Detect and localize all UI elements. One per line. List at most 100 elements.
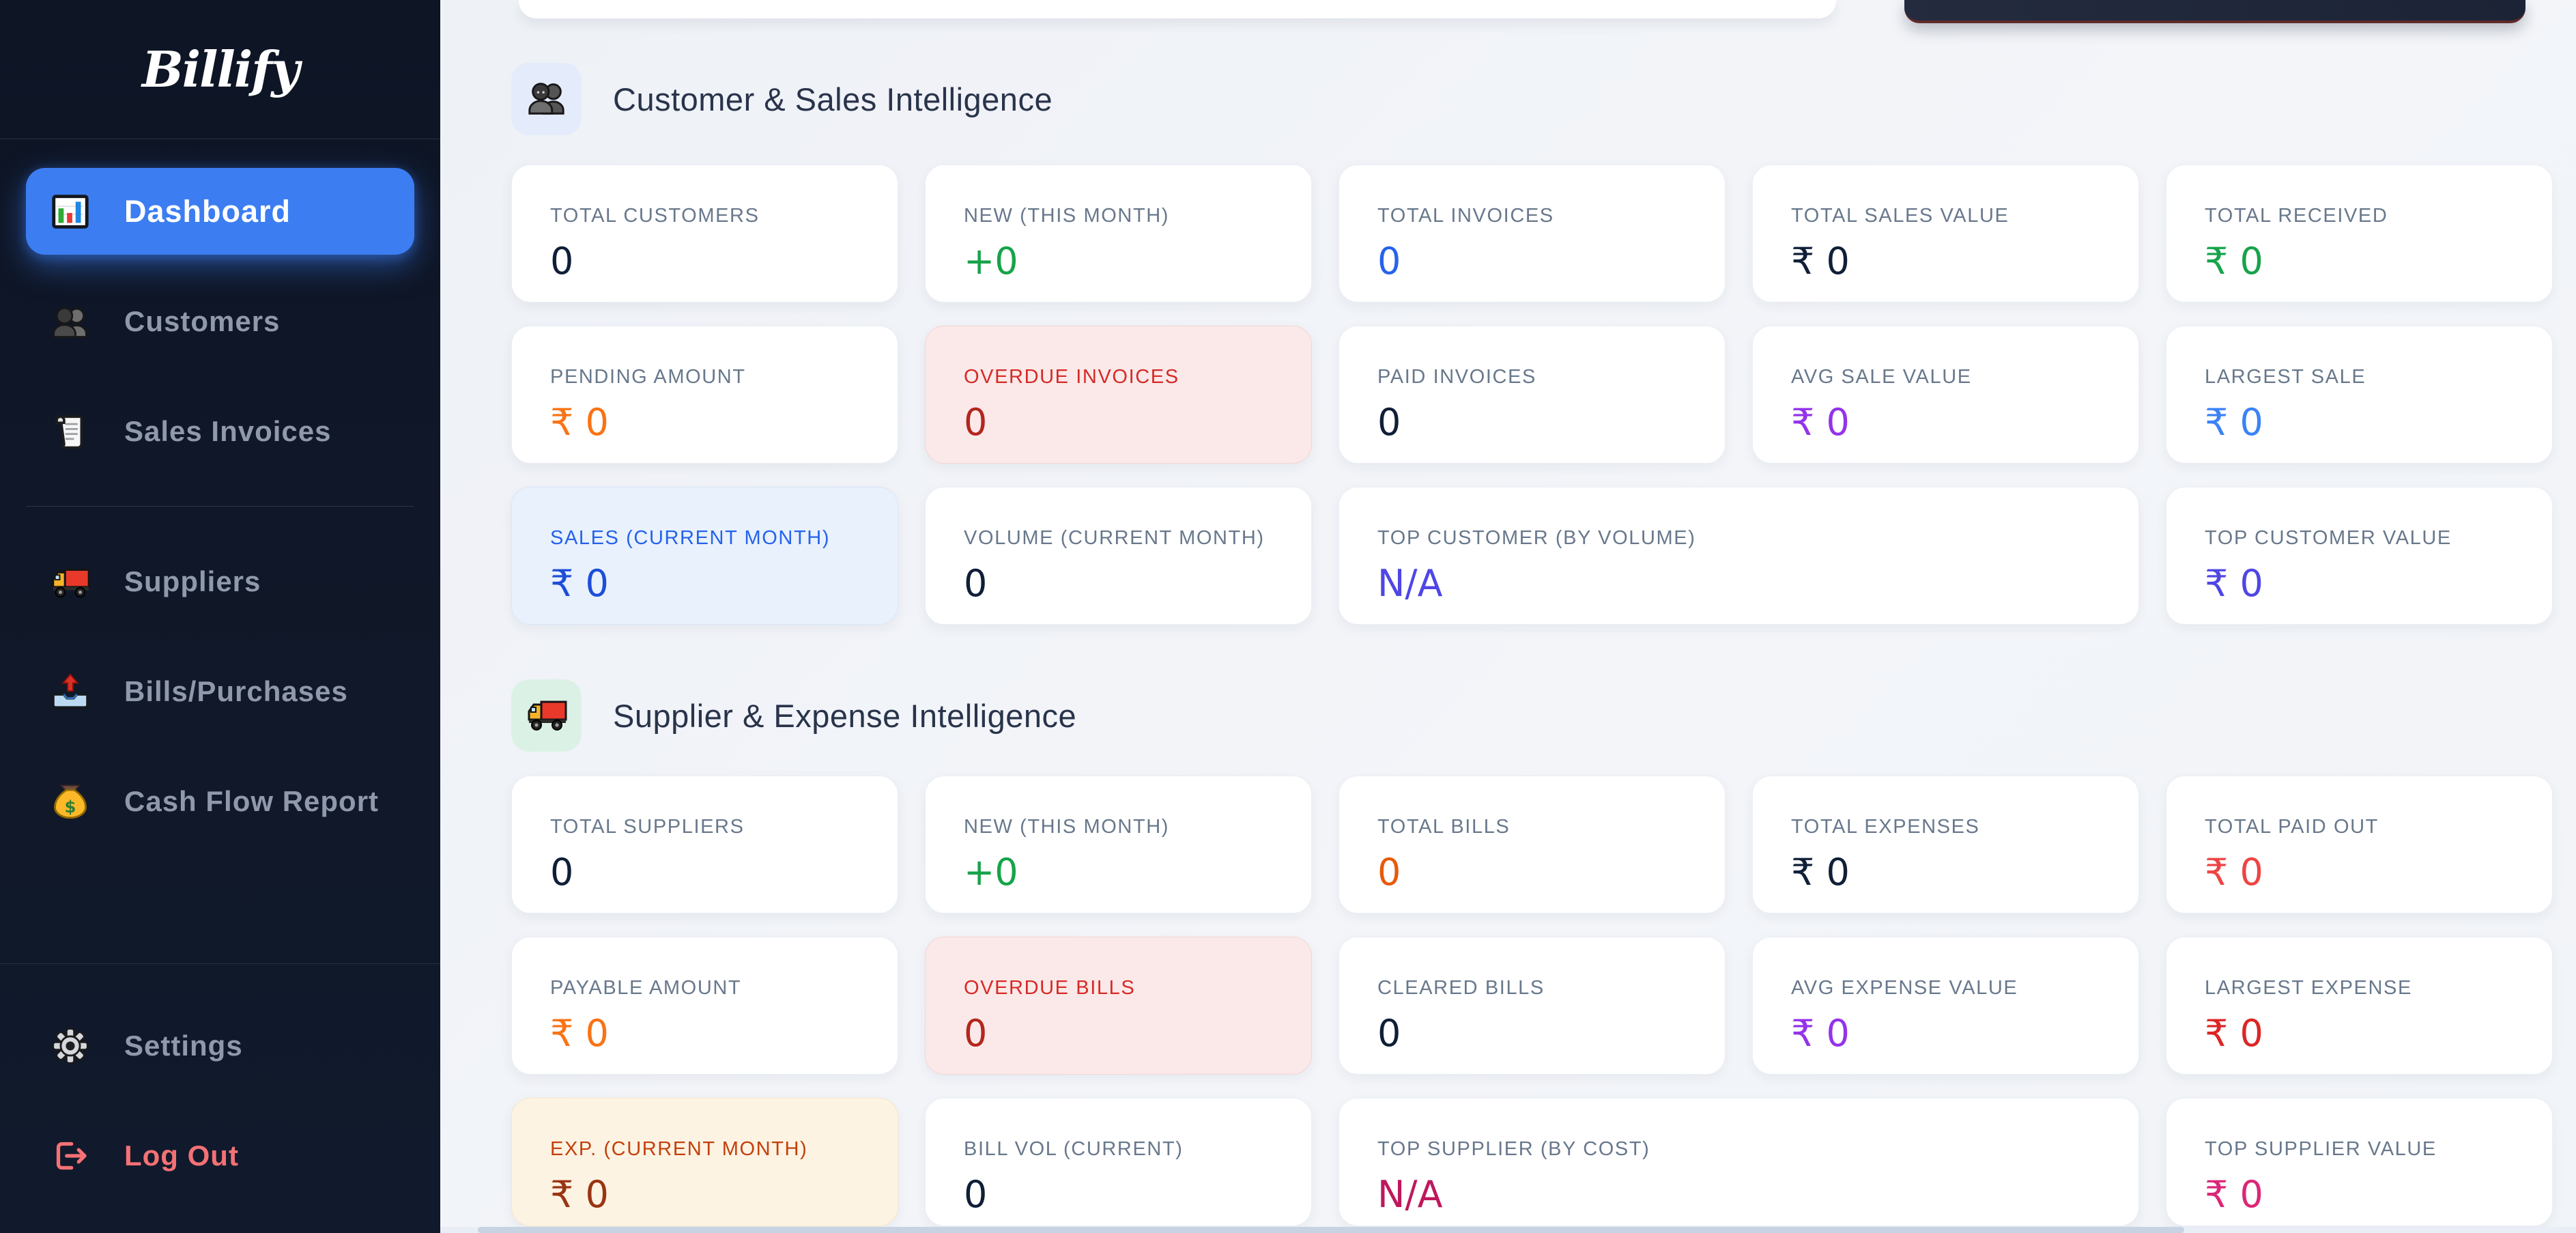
sidebar-item-label: Settings [124,1030,243,1062]
stat-card-total-received: TOTAL RECEIVED ₹ 0 [2166,165,2553,302]
stat-card-largest-expense: LARGEST EXPENSE ₹ 0 [2166,937,2553,1075]
stat-label: TOP SUPPLIER VALUE [2205,1138,2525,1161]
stat-value: ₹ 0 [550,1012,870,1055]
stat-value: +0 [964,240,1284,283]
stat-label: AVG EXPENSE VALUE [1791,977,2111,1000]
stat-label: VOLUME (CURRENT MONTH) [964,527,1284,550]
customers-icon [526,76,568,122]
stat-card-new-this-month: NEW (THIS MONTH) +0 [925,165,1312,302]
sidebar-nav: Dashboard Customers [0,139,440,868]
section-header-customer-sales: Customer & Sales Intelligence [511,63,2553,135]
stat-label: TOTAL RECEIVED [2205,205,2525,227]
stat-label: PAYABLE AMOUNT [550,977,870,1000]
stat-value: 0 [550,851,870,894]
stat-card-payable-amount: PAYABLE AMOUNT ₹ 0 [511,937,898,1075]
main-content: Customer & Sales Intelligence TOTAL CUST… [440,0,2576,1233]
stat-card-cleared-bills: CLEARED BILLS 0 [1339,937,1726,1075]
stat-label: TOTAL INVOICES [1377,205,1698,227]
section-title: Customer & Sales Intelligence [613,81,1053,118]
sidebar-footer: Settings Log Out [0,963,440,1233]
stat-label: OVERDUE BILLS [964,977,1284,1000]
stat-value: ₹ 0 [550,562,870,605]
stat-label: EXP. (CURRENT MONTH) [550,1138,870,1161]
customers-section-icon-box [511,63,582,135]
dashboard-icon [49,190,91,233]
sidebar-item-settings[interactable]: Settings [26,1002,414,1089]
stat-label: BILL VOL (CURRENT) [964,1138,1284,1161]
stat-value: ₹ 0 [2205,1012,2525,1055]
sidebar-item-suppliers[interactable]: Suppliers [26,538,414,625]
stat-value: 0 [1377,851,1698,894]
stat-value: N/A [1377,562,2111,605]
stat-label: TOTAL BILLS [1377,816,1698,838]
stat-label: TOP SUPPLIER (BY COST) [1377,1138,2111,1161]
stat-card-top-supplier-by-cost: TOP SUPPLIER (BY COST) N/A [1339,1098,2139,1226]
sidebar-item-label: Sales Invoices [124,415,332,448]
stat-card-exp-current-month: EXP. (CURRENT MONTH) ₹ 0 [511,1098,898,1226]
sidebar-item-label: Dashboard [124,194,291,229]
stat-value: 0 [964,401,1284,444]
money-bag-icon: $ [49,780,91,823]
stat-label: CLEARED BILLS [1377,977,1698,1000]
app-logo: Billify [0,0,440,139]
stat-card-avg-sale-value: AVG SALE VALUE ₹ 0 [1752,326,2139,464]
stat-label: NEW (THIS MONTH) [964,205,1284,227]
sidebar-item-label: Suppliers [124,565,261,598]
gear-icon [49,1025,91,1067]
stat-value: ₹ 0 [550,401,870,444]
stat-label: TOTAL PAID OUT [2205,816,2525,838]
stat-value: ₹ 0 [2205,1173,2525,1216]
stat-card-paid-invoices: PAID INVOICES 0 [1339,326,1726,464]
section-title: Supplier & Expense Intelligence [613,697,1076,735]
stat-label: TOP CUSTOMER (BY VOLUME) [1377,527,2111,550]
sidebar-item-dashboard[interactable]: Dashboard [26,168,414,255]
stat-value: ₹ 0 [2205,562,2525,605]
horizontal-scrollbar[interactable] [440,1227,2576,1233]
sidebar-item-label: Customers [124,305,280,338]
stat-label: TOTAL CUSTOMERS [550,205,870,227]
stat-label: NEW (THIS MONTH) [964,816,1284,838]
stat-value: ₹ 0 [550,1173,870,1216]
logout-icon [49,1135,91,1177]
app-logo-text: Billify [142,40,298,98]
section-header-supplier-expense: Supplier & Expense Intelligence [511,679,2553,752]
stat-card-top-supplier-value: TOP SUPPLIER VALUE ₹ 0 [2166,1098,2553,1226]
stat-value: ₹ 0 [2205,401,2525,444]
stat-card-total-bills: TOTAL BILLS 0 [1339,776,1726,913]
stat-value: +0 [964,851,1284,894]
stat-label: PENDING AMOUNT [550,366,870,388]
sidebar-item-label: Bills/Purchases [124,675,348,708]
stat-value: 0 [550,240,870,283]
sidebar-item-label: Cash Flow Report [124,785,379,818]
stat-card-bill-vol-current: BILL VOL (CURRENT) 0 [925,1098,1312,1226]
stat-card-total-invoices: TOTAL INVOICES 0 [1339,165,1726,302]
sidebar-item-log-out[interactable]: Log Out [26,1112,414,1199]
stat-card-total-suppliers: TOTAL SUPPLIERS 0 [511,776,898,913]
stat-value: ₹ 0 [2205,851,2525,894]
truck-icon [49,561,91,603]
stat-value: 0 [964,1173,1284,1216]
stat-card-total-expenses: TOTAL EXPENSES ₹ 0 [1752,776,2139,913]
sidebar-item-bills-purchases[interactable]: Bills/Purchases [26,648,414,735]
sidebar-divider [26,506,414,507]
sidebar-item-customers[interactable]: Customers [26,278,414,365]
stat-value: 0 [1377,401,1698,444]
sidebar-item-sales-invoices[interactable]: Sales Invoices [26,388,414,474]
stat-card-total-customers: TOTAL CUSTOMERS 0 [511,165,898,302]
horizontal-scrollbar-thumb[interactable] [478,1227,2184,1233]
stat-value: ₹ 0 [2205,240,2525,283]
stat-value: ₹ 0 [1791,401,2111,444]
stat-card-volume-current-month: VOLUME (CURRENT MONTH) 0 [925,487,1312,625]
stat-card-pending-amount: PENDING AMOUNT ₹ 0 [511,326,898,464]
stat-label: TOTAL EXPENSES [1791,816,2111,838]
customer-sales-grid: TOTAL CUSTOMERS 0 NEW (THIS MONTH) +0 TO… [511,165,2553,625]
sidebar: Billify Dashboard [0,0,440,1233]
notification-toast[interactable] [1904,0,2525,23]
stat-label: TOTAL SALES VALUE [1791,205,2111,227]
stat-label: PAID INVOICES [1377,366,1698,388]
stat-card-avg-expense-value: AVG EXPENSE VALUE ₹ 0 [1752,937,2139,1075]
stat-value: 0 [1377,240,1698,283]
truck-icon [525,692,569,739]
sidebar-item-cash-flow-report[interactable]: $ Cash Flow Report [26,758,414,845]
stat-label: LARGEST EXPENSE [2205,977,2525,1000]
